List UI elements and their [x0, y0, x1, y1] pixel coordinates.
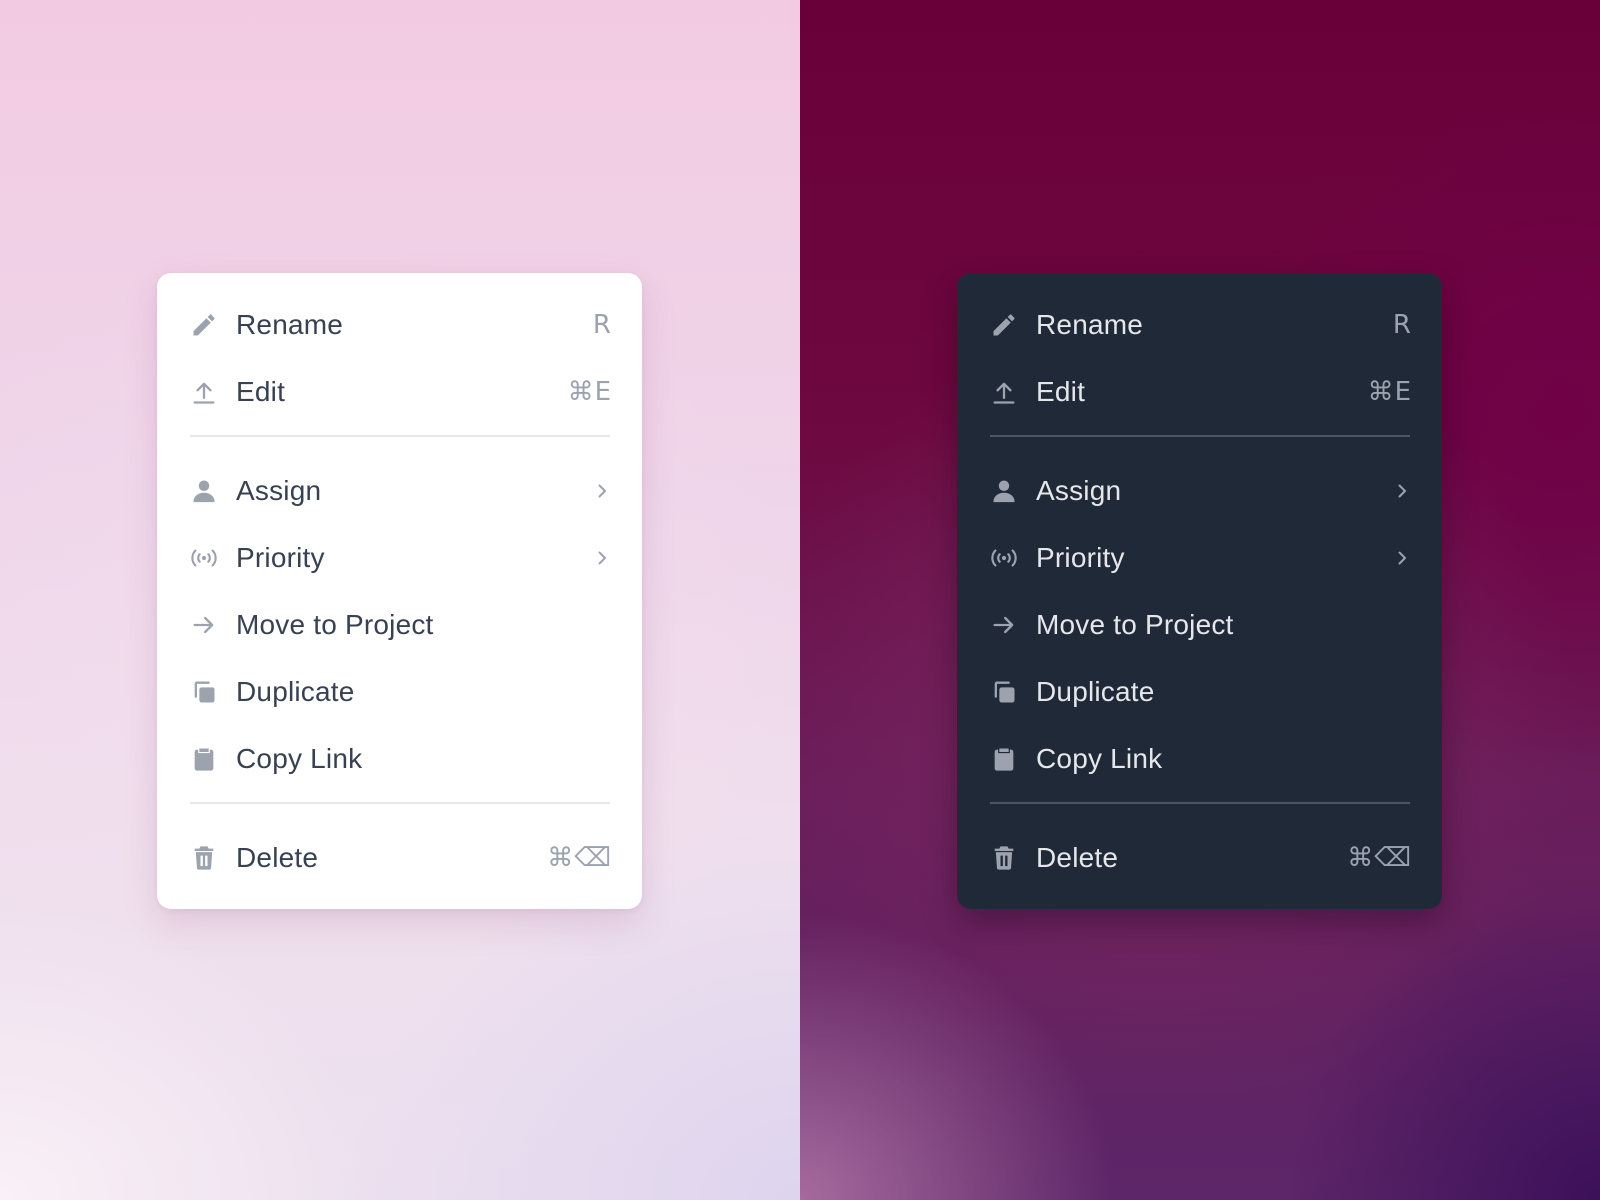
- menu-item-copy-link[interactable]: Copy Link: [157, 725, 642, 792]
- clipboard-icon: [989, 744, 1019, 774]
- menu-divider: [190, 435, 610, 437]
- menu-item-move-to-project[interactable]: Move to Project: [957, 591, 1442, 658]
- menu-item-label: Copy Link: [236, 742, 363, 774]
- context-menu-dark: Rename R Edit ⌘E Assign Priority Move to…: [957, 273, 1442, 909]
- menu-item-rename[interactable]: Rename R: [157, 291, 642, 358]
- upload-icon: [189, 377, 219, 407]
- menu-item-copy-link[interactable]: Copy Link: [957, 725, 1442, 792]
- menu-divider: [990, 802, 1410, 804]
- menu-item-label: Copy Link: [1036, 742, 1163, 774]
- menu-item-assign[interactable]: Assign: [957, 457, 1442, 524]
- menu-item-label: Assign: [1036, 474, 1122, 506]
- shortcut-hint: ⌘E: [567, 376, 612, 407]
- menu-item-duplicate[interactable]: Duplicate: [957, 658, 1442, 725]
- menu-item-move-to-project[interactable]: Move to Project: [157, 591, 642, 658]
- duplicate-icon: [189, 677, 219, 707]
- upload-icon: [989, 377, 1019, 407]
- menu-item-assign[interactable]: Assign: [157, 457, 642, 524]
- chevron-right-icon: [1392, 481, 1412, 501]
- chevron-right-icon: [592, 481, 612, 501]
- menu-item-label: Move to Project: [236, 608, 434, 640]
- menu-item-delete[interactable]: Delete ⌘⌫: [957, 824, 1442, 891]
- shortcut-hint: R: [592, 309, 612, 340]
- stage: Rename R Edit ⌘E Assign Priority Move to…: [0, 0, 1600, 1200]
- menu-item-label: Priority: [236, 541, 325, 573]
- dark-theme-panel: Rename R Edit ⌘E Assign Priority Move to…: [800, 0, 1600, 1200]
- shortcut-hint: R: [1392, 309, 1412, 340]
- menu-divider: [190, 802, 610, 804]
- menu-item-label: Priority: [1036, 541, 1125, 573]
- user-icon: [989, 476, 1019, 506]
- clipboard-icon: [189, 744, 219, 774]
- signal-icon: [989, 543, 1019, 573]
- light-theme-panel: Rename R Edit ⌘E Assign Priority Move to…: [0, 0, 800, 1200]
- duplicate-icon: [989, 677, 1019, 707]
- menu-item-duplicate[interactable]: Duplicate: [157, 658, 642, 725]
- menu-item-label: Duplicate: [236, 675, 355, 707]
- menu-item-label: Rename: [236, 308, 344, 340]
- user-icon: [189, 476, 219, 506]
- pencil-icon: [189, 310, 219, 340]
- menu-item-edit[interactable]: Edit ⌘E: [957, 358, 1442, 425]
- chevron-right-icon: [592, 548, 612, 568]
- arrow-right-icon: [189, 610, 219, 640]
- shortcut-hint: ⌘E: [1367, 376, 1412, 407]
- menu-item-edit[interactable]: Edit ⌘E: [157, 358, 642, 425]
- menu-item-delete[interactable]: Delete ⌘⌫: [157, 824, 642, 891]
- trash-icon: [989, 843, 1019, 873]
- trash-icon: [189, 843, 219, 873]
- menu-item-label: Rename: [1036, 308, 1144, 340]
- chevron-right-icon: [1392, 548, 1412, 568]
- menu-item-label: Edit: [236, 375, 286, 407]
- menu-item-label: Assign: [236, 474, 322, 506]
- signal-icon: [189, 543, 219, 573]
- menu-item-priority[interactable]: Priority: [157, 524, 642, 591]
- menu-divider: [990, 435, 1410, 437]
- shortcut-hint: ⌘⌫: [1347, 842, 1412, 873]
- shortcut-hint: ⌘⌫: [547, 842, 612, 873]
- menu-item-label: Delete: [236, 841, 319, 873]
- menu-item-label: Edit: [1036, 375, 1086, 407]
- arrow-right-icon: [989, 610, 1019, 640]
- menu-item-label: Move to Project: [1036, 608, 1234, 640]
- pencil-icon: [989, 310, 1019, 340]
- menu-item-label: Delete: [1036, 841, 1119, 873]
- menu-item-label: Duplicate: [1036, 675, 1155, 707]
- context-menu-light: Rename R Edit ⌘E Assign Priority Move to…: [157, 273, 642, 909]
- menu-item-priority[interactable]: Priority: [957, 524, 1442, 591]
- menu-item-rename[interactable]: Rename R: [957, 291, 1442, 358]
